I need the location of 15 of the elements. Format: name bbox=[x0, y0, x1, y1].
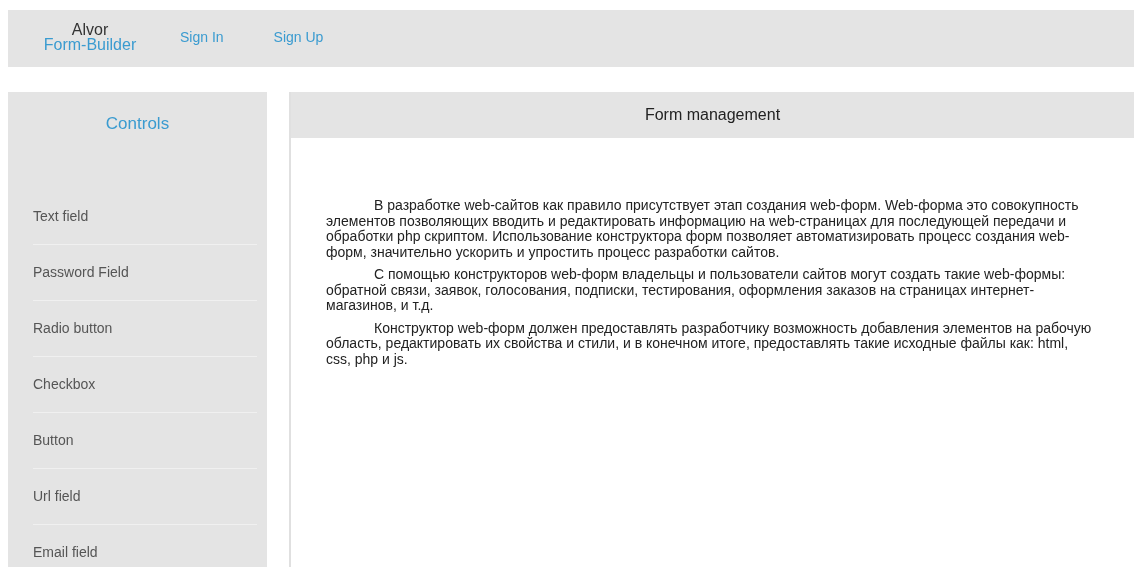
paragraph: Конструктор web-форм должен предоставлять разработчику возможность добавления элементов на рабочую область, редактировать их свойства и стили, и в конечном итоге, предоставлять такие исходные файлы как: html, css, php и js. bbox=[326, 320, 1092, 367]
paragraph: С помощью конструкторов web-форм владельцы и пользователи сайтов могут создать такие web-формы: обратной связи, заявок, голосования, подписки, тестирования, оформления заказов на страницах интернет-магазинов, и т.д. bbox=[326, 267, 1067, 314]
panel-title: Form management bbox=[291, 92, 1134, 138]
logo-bottom-text: Form-Builder bbox=[43, 36, 137, 52]
sidebar-title: Controls bbox=[104, 114, 171, 135]
sidebar-item[interactable]: Url field bbox=[33, 469, 257, 525]
logo[interactable]: Alvor Form-Builder bbox=[20, 21, 160, 52]
paragraph: В разработке web-сайтов как правило присутствует этап создания web-форм. Web-форма это совокупность элементов позволяющих вводить и редактировать информацию на web-страницах для последующей передачи и обработки php скриптом. Использование конструктора форм позволяет автоматизировать процесс создания web-форм, значительно ускорить и упростить процесс разработки сайтов. bbox=[326, 198, 1080, 260]
sidebar-item[interactable]: Password Field bbox=[33, 245, 257, 301]
sidebar-item[interactable]: Email field bbox=[33, 525, 257, 567]
sidebar-item[interactable]: Checkbox bbox=[33, 357, 257, 413]
sidebar-item[interactable]: Text field bbox=[33, 189, 257, 245]
sidebar-item[interactable]: Button bbox=[33, 413, 257, 469]
logo-top-text: Alvor bbox=[71, 21, 109, 37]
sidebar-item[interactable]: Radio button bbox=[33, 301, 257, 357]
